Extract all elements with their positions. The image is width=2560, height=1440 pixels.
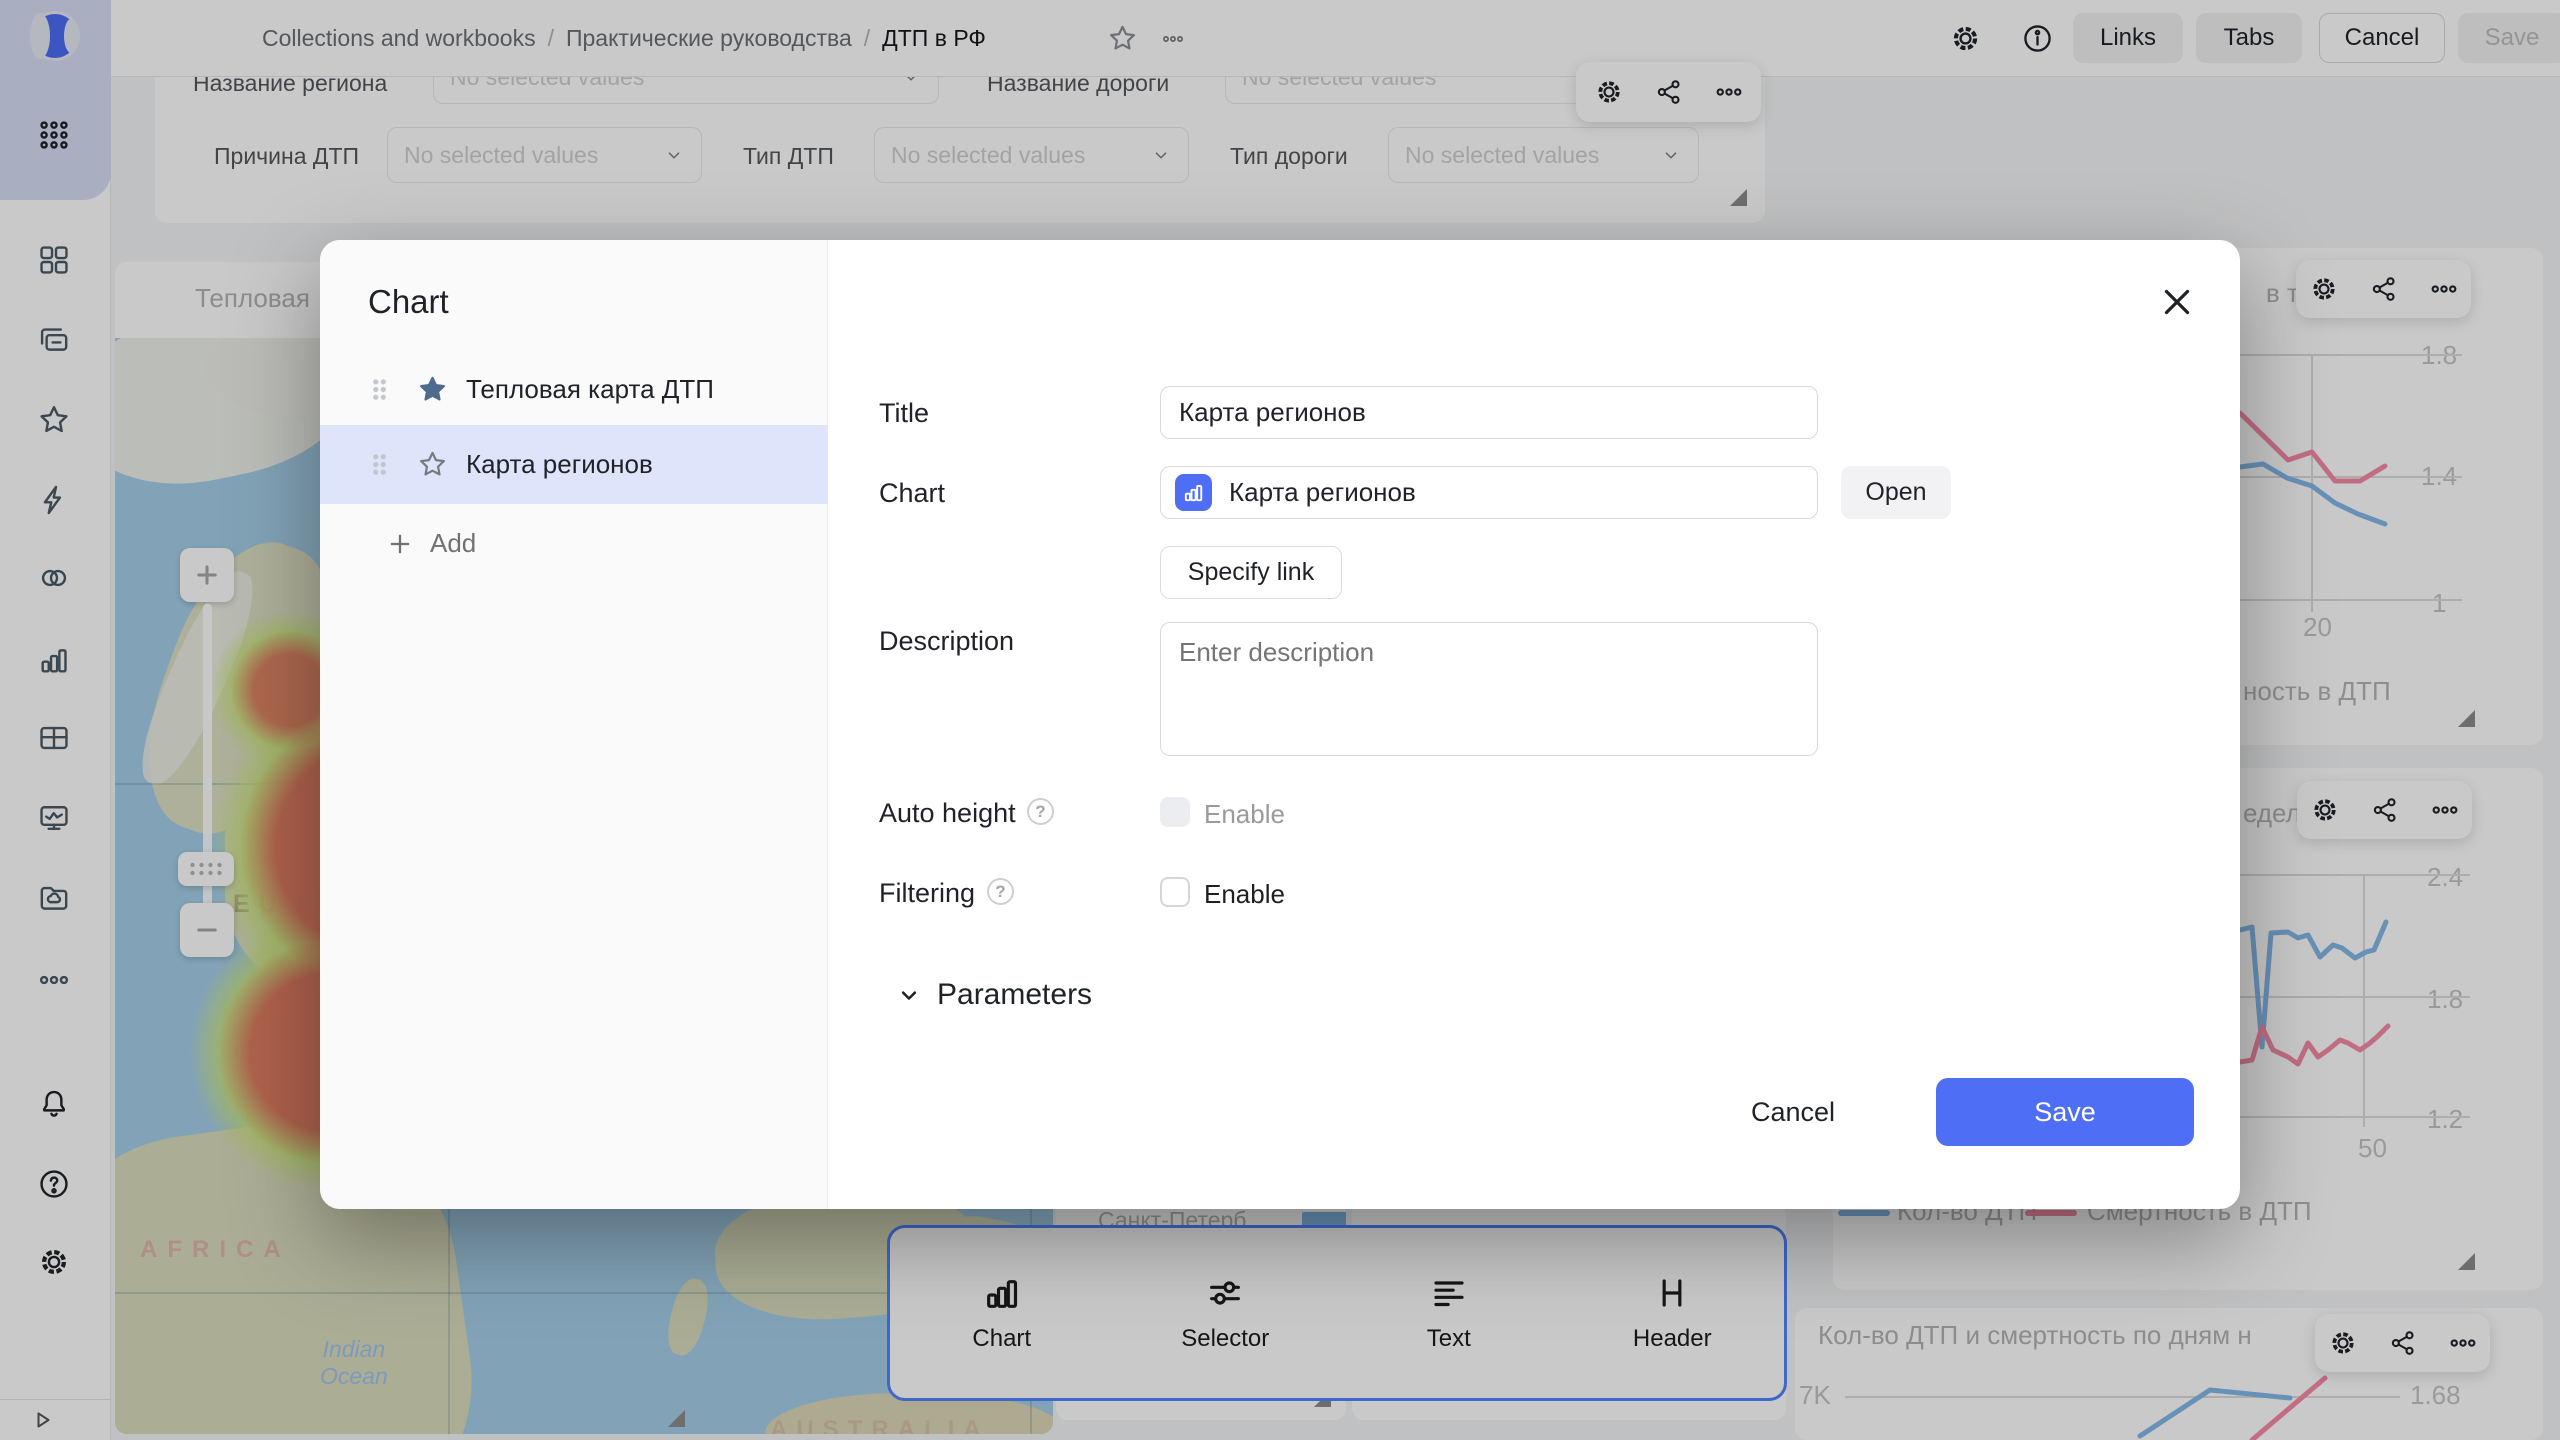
parameters-label: Parameters	[937, 978, 1092, 1012]
drag-handle[interactable]	[372, 453, 387, 476]
filtering-help-icon[interactable]: ?	[987, 878, 1014, 905]
filtering-checkbox[interactable]	[1160, 877, 1190, 907]
chevron-down-icon	[895, 981, 923, 1009]
chart-type-icon	[1175, 474, 1212, 511]
auto-height-enable-label: Enable	[1204, 799, 1285, 830]
chart-name: Карта регионов	[1229, 477, 1416, 508]
description-field-label: Description	[879, 626, 1014, 657]
chart-input[interactable]: Карта регионов	[1160, 466, 1818, 519]
chart-field-label: Chart	[879, 478, 945, 509]
auto-height-checkbox[interactable]	[1160, 797, 1190, 827]
title-field-label: Title	[879, 398, 929, 429]
tab-item-heatmap[interactable]: Тепловая карта ДТП	[320, 353, 828, 425]
add-tab-label: Add	[430, 528, 476, 559]
open-chart-button[interactable]: Open	[1841, 466, 1951, 519]
specify-link-button[interactable]: Specify link	[1160, 546, 1342, 599]
parameters-section-toggle[interactable]: Parameters	[895, 978, 1092, 1012]
tab-item-label: Тепловая карта ДТП	[466, 374, 714, 405]
chart-settings-dialog: Chart Тепловая карта ДТП Карта регионов …	[320, 240, 2240, 1209]
dialog-save-button[interactable]: Save	[1936, 1078, 2194, 1146]
dialog-cancel-button[interactable]: Cancel	[1745, 1092, 1841, 1132]
title-input[interactable]	[1160, 386, 1818, 439]
star-outline-icon[interactable]	[417, 449, 448, 480]
description-textarea[interactable]	[1160, 622, 1818, 756]
dialog-tabs-panel: Chart Тепловая карта ДТП Карта регионов …	[320, 240, 828, 1209]
close-dialog-icon[interactable]	[2159, 284, 2195, 320]
plus-icon	[386, 530, 414, 558]
filtering-enable-label: Enable	[1204, 879, 1285, 910]
star-filled-icon[interactable]	[417, 374, 448, 405]
tab-item-regions[interactable]: Карта регионов	[320, 425, 828, 504]
auto-height-help-icon[interactable]: ?	[1027, 798, 1054, 825]
auto-height-label: Auto height	[879, 798, 1016, 829]
tab-item-label: Карта регионов	[466, 449, 653, 480]
dialog-title: Chart	[368, 283, 449, 321]
filtering-label: Filtering	[879, 878, 975, 909]
add-tab-button[interactable]: Add	[386, 528, 476, 559]
drag-handle[interactable]	[372, 378, 387, 401]
